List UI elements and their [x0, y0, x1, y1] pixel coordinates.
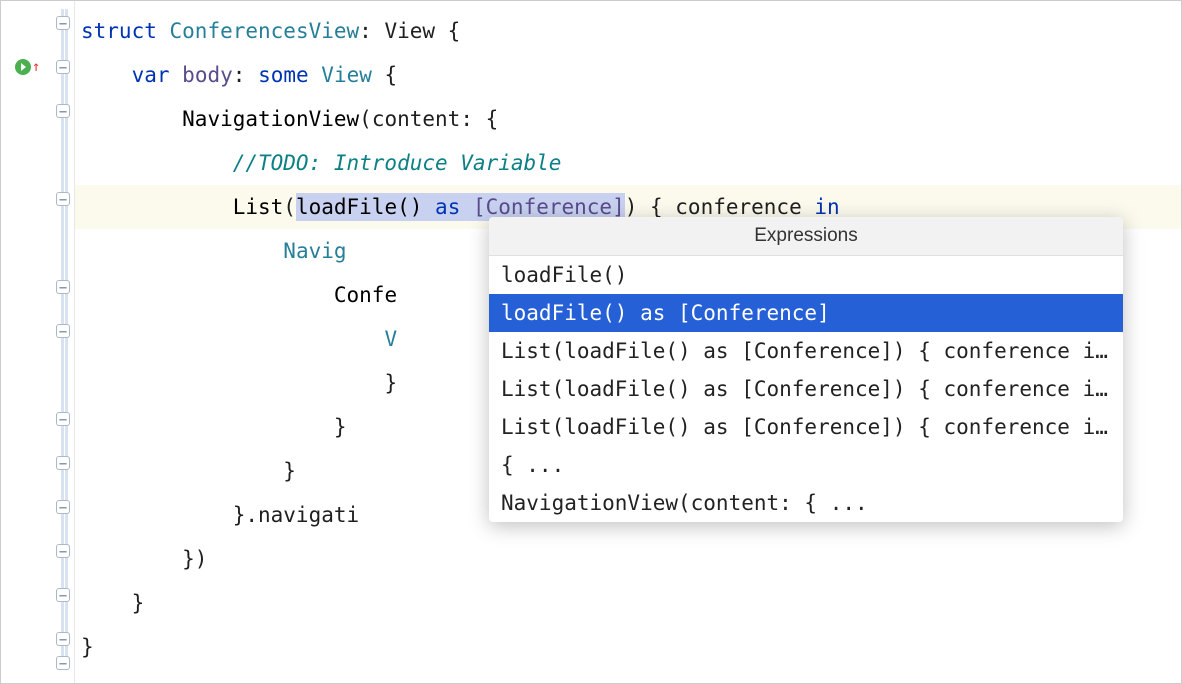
expression-option[interactable]: { ...	[489, 446, 1123, 484]
text: }	[132, 591, 145, 615]
fold-indicators	[46, 1, 74, 683]
identifier: Navig	[283, 239, 346, 263]
keyword-some: some	[258, 63, 309, 87]
expressions-popup: Expressions loadFile() loadFile() as [Co…	[489, 217, 1123, 522]
expression-option[interactable]: List(loadFile() as [Conference]) { confe…	[489, 408, 1123, 446]
identifier: body	[182, 63, 233, 87]
arrow-up-icon: ↑	[32, 59, 40, 75]
fold-marker[interactable]	[56, 412, 70, 426]
text: }	[334, 415, 347, 439]
fold-marker[interactable]	[56, 588, 70, 602]
code-line[interactable]: var body: some View {	[75, 53, 1181, 97]
todo-comment: //TODO: Introduce Variable	[233, 151, 562, 175]
fold-marker[interactable]	[56, 500, 70, 514]
gutter-run-marker[interactable]: ↑	[15, 59, 40, 75]
fold-marker[interactable]	[56, 324, 70, 338]
fold-marker[interactable]	[56, 16, 70, 30]
identifier: List	[233, 195, 284, 219]
type-name: View	[321, 63, 372, 87]
type-name: ConferencesView	[170, 19, 360, 43]
text: }	[81, 635, 94, 659]
keyword-in: in	[814, 195, 839, 219]
keyword-var: var	[132, 63, 170, 87]
text: }	[283, 459, 296, 483]
expression-option[interactable]: NavigationView(content: { ...	[489, 484, 1123, 522]
run-icon	[15, 59, 31, 75]
text: })	[182, 547, 207, 571]
text: }.navigati	[233, 503, 359, 527]
fold-marker[interactable]	[56, 280, 70, 294]
fold-marker[interactable]	[56, 656, 70, 670]
text: }	[384, 371, 397, 395]
identifier: Confe	[334, 283, 397, 307]
fold-marker[interactable]	[56, 60, 70, 74]
text: :	[233, 63, 246, 87]
code-editor: ↑ struct ConferencesView: View { var bod…	[1, 1, 1181, 683]
fold-marker[interactable]	[56, 192, 70, 206]
code-line[interactable]: //TODO: Introduce Variable	[75, 141, 1181, 185]
expression-option-selected[interactable]: loadFile() as [Conference]	[489, 294, 1123, 332]
fold-marker[interactable]	[56, 456, 70, 470]
identifier: V	[384, 327, 397, 351]
popup-title: Expressions	[489, 217, 1123, 256]
text: : View {	[359, 19, 460, 43]
expression-option[interactable]: List(loadFile() as [Conference]) { confe…	[489, 332, 1123, 370]
expression-option[interactable]: List(loadFile() as [Conference]) { confe…	[489, 370, 1123, 408]
fold-marker[interactable]	[56, 632, 70, 646]
code-line[interactable]: })	[75, 537, 1181, 581]
code-line[interactable]: }	[75, 581, 1181, 625]
text: {	[385, 63, 398, 87]
code-line[interactable]: NavigationView(content: {	[75, 97, 1181, 141]
text: ) { conference	[625, 195, 802, 219]
fold-marker[interactable]	[56, 104, 70, 118]
identifier: NavigationView	[182, 107, 359, 131]
code-line[interactable]: }	[75, 625, 1181, 669]
expression-option[interactable]: loadFile()	[489, 256, 1123, 294]
text: (	[283, 195, 296, 219]
text: (content: {	[359, 107, 498, 131]
code-area[interactable]: struct ConferencesView: View { var body:…	[75, 1, 1181, 683]
keyword-struct: struct	[81, 19, 157, 43]
fold-marker[interactable]	[56, 544, 70, 558]
code-line[interactable]: struct ConferencesView: View {	[75, 9, 1181, 53]
gutter: ↑	[1, 1, 75, 683]
